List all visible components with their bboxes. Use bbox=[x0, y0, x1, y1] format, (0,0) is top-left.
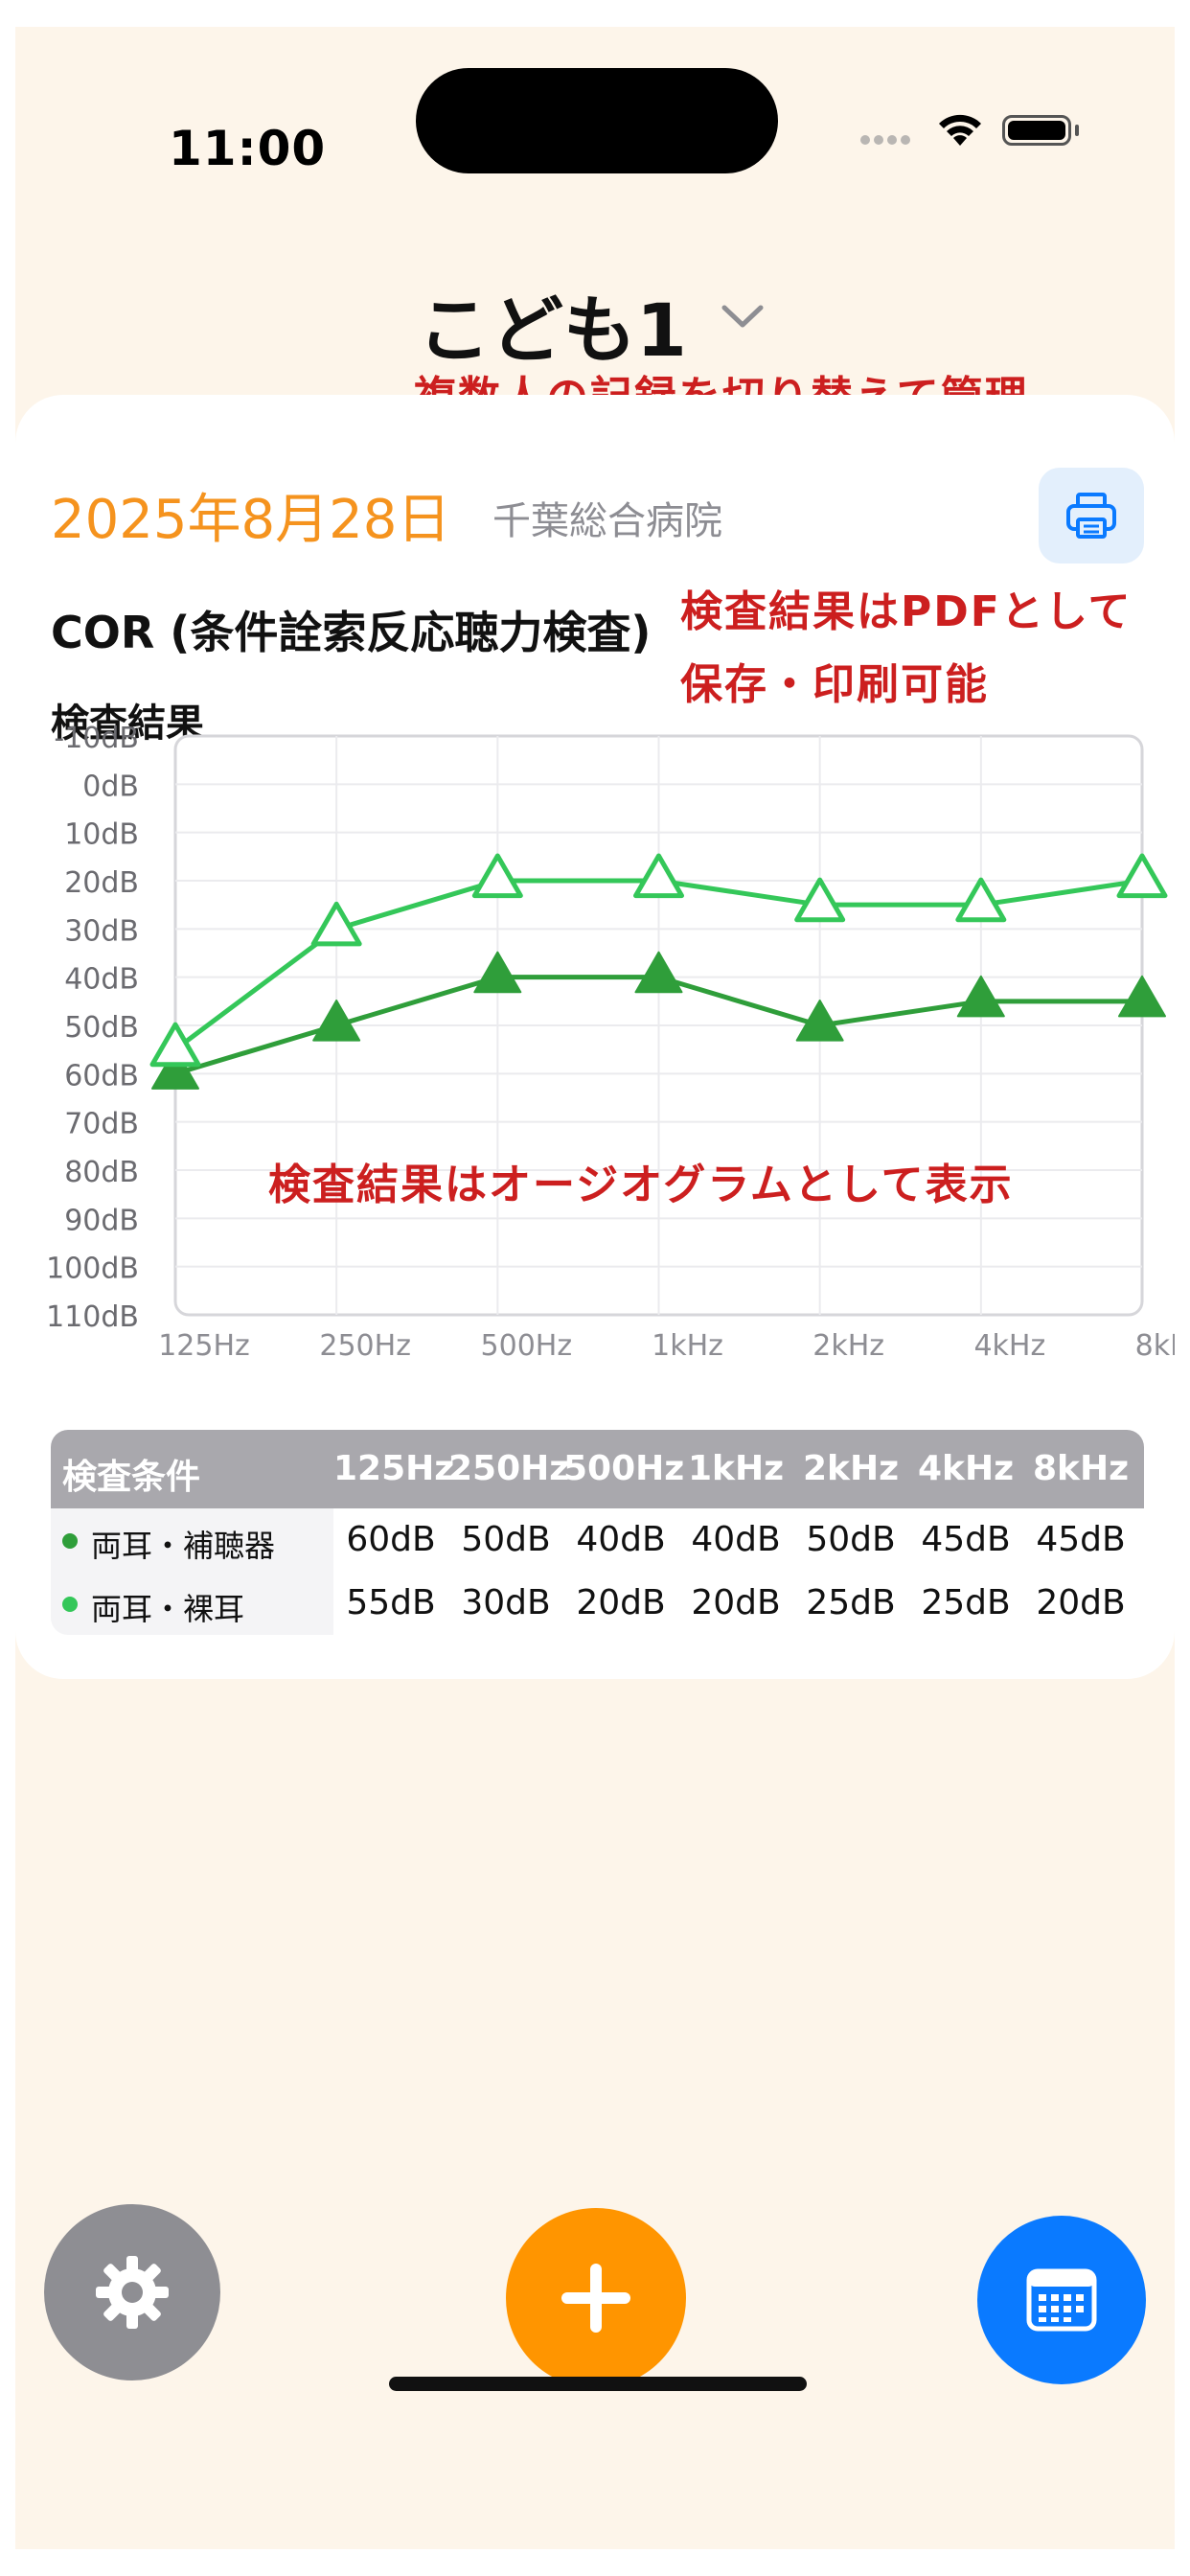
y-tick-label: 60dB bbox=[64, 1059, 139, 1092]
status-time: 11:00 bbox=[169, 121, 327, 176]
audiogram-chart: -10dB 0dB 10dB 20dB 30dB 40dB 50dB 60dB 70dB 80dB… bbox=[46, 722, 1175, 1363]
table-cell: 45dB bbox=[1036, 1520, 1126, 1559]
y-tick-label: 50dB bbox=[64, 1011, 139, 1045]
y-tick-label: 40dB bbox=[64, 963, 139, 997]
table-row: 両耳・裸耳 55dB 30dB 20dB 20dB 25dB 25dB 20dB bbox=[51, 1572, 1144, 1635]
y-tick-label: 90dB bbox=[64, 1204, 139, 1237]
signal-icon bbox=[860, 130, 914, 149]
table-cell: 50dB bbox=[461, 1520, 551, 1559]
y-tick-label: 0dB bbox=[82, 770, 139, 803]
x-tick-label: 500Hz bbox=[481, 1329, 573, 1363]
series-dot bbox=[62, 1597, 78, 1612]
chevron-down-icon[interactable] bbox=[721, 303, 765, 330]
y-tick-label: 70dB bbox=[64, 1108, 139, 1141]
dynamic-island bbox=[416, 68, 778, 173]
table-cell: 20dB bbox=[576, 1583, 666, 1622]
y-tick-label: 10dB bbox=[64, 818, 139, 852]
table-header-cell: 500Hz bbox=[563, 1449, 685, 1488]
row-label: 両耳・裸耳 bbox=[91, 1591, 245, 1627]
table-cell: 30dB bbox=[461, 1583, 551, 1622]
x-tick-label: 2kHz bbox=[812, 1329, 884, 1363]
table-cell: 20dB bbox=[691, 1583, 781, 1622]
table-header-cell: 125Hz bbox=[333, 1449, 455, 1488]
table-cell: 45dB bbox=[921, 1520, 1011, 1559]
row-label-cell: 両耳・補聴器 bbox=[51, 1508, 333, 1572]
x-tick-label: 4kHz bbox=[973, 1329, 1045, 1363]
y-tick-label: 80dB bbox=[64, 1156, 139, 1189]
row-label: 両耳・補聴器 bbox=[91, 1528, 276, 1564]
y-tick-label: 20dB bbox=[64, 866, 139, 900]
status-icons bbox=[849, 104, 1098, 161]
gear-icon bbox=[96, 2256, 169, 2329]
series-dot bbox=[62, 1533, 78, 1549]
table-header: 検査条件 125Hz 250Hz 500Hz 1kHz 2kHz 4kHz 8k… bbox=[51, 1430, 1144, 1508]
x-tick-label: 1kHz bbox=[652, 1329, 723, 1363]
table-header-cell: 250Hz bbox=[448, 1449, 570, 1488]
table-cell: 25dB bbox=[921, 1583, 1011, 1622]
y-tick-label: -10dB bbox=[54, 722, 139, 755]
y-tick-label: 110dB bbox=[46, 1300, 139, 1334]
x-tick-label: 250Hz bbox=[319, 1329, 411, 1363]
home-indicator bbox=[389, 2377, 807, 2391]
x-tick-label: 8kHz bbox=[1135, 1329, 1175, 1363]
table-header-cell: 1kHz bbox=[687, 1449, 785, 1488]
table-cell: 20dB bbox=[1036, 1583, 1126, 1622]
annotation-audiogram: 検査結果はオージオグラムとして表示 bbox=[268, 1161, 1014, 1209]
row-label-cell: 両耳・裸耳 bbox=[51, 1572, 333, 1635]
table-header-cell: 4kHz bbox=[917, 1449, 1015, 1488]
results-table: 検査条件 125Hz 250Hz 500Hz 1kHz 2kHz 4kHz 8k… bbox=[51, 1430, 1144, 1635]
calendar-button[interactable] bbox=[977, 2216, 1146, 2384]
table-cell: 60dB bbox=[346, 1520, 436, 1559]
settings-button[interactable] bbox=[44, 2204, 220, 2380]
y-tick-label: 100dB bbox=[46, 1253, 139, 1286]
table-header-cell: 8kHz bbox=[1032, 1449, 1130, 1488]
table-cell: 55dB bbox=[346, 1583, 436, 1622]
battery-icon bbox=[1002, 115, 1071, 146]
table-header-label: 検査条件 bbox=[62, 1458, 201, 1497]
table-row: 両耳・補聴器 60dB 50dB 40dB 40dB 50dB 45dB 45d… bbox=[51, 1508, 1144, 1573]
wifi-icon bbox=[939, 114, 981, 146]
record-card: 2025年8月28日 千葉総合病院 COR (条件詮索反応聴力検査) 検査結果 … bbox=[15, 395, 1175, 1679]
app-screen: 11:00 こども1 複数人の記録を切り替えて管理 2025年8月28日 千葉総… bbox=[15, 27, 1175, 2549]
table-header-cell: 2kHz bbox=[802, 1449, 900, 1488]
calendar-icon bbox=[1026, 2268, 1097, 2332]
y-tick-label: 30dB bbox=[64, 914, 139, 948]
table-cell: 40dB bbox=[691, 1520, 781, 1559]
table-cell: 25dB bbox=[806, 1583, 896, 1622]
plus-icon bbox=[561, 2264, 630, 2333]
add-record-button[interactable] bbox=[506, 2208, 686, 2388]
profile-switcher-title[interactable]: こども1 bbox=[418, 271, 687, 377]
table-cell: 40dB bbox=[576, 1520, 666, 1559]
table-cell: 50dB bbox=[806, 1520, 896, 1559]
x-tick-label: 125Hz bbox=[158, 1329, 250, 1363]
